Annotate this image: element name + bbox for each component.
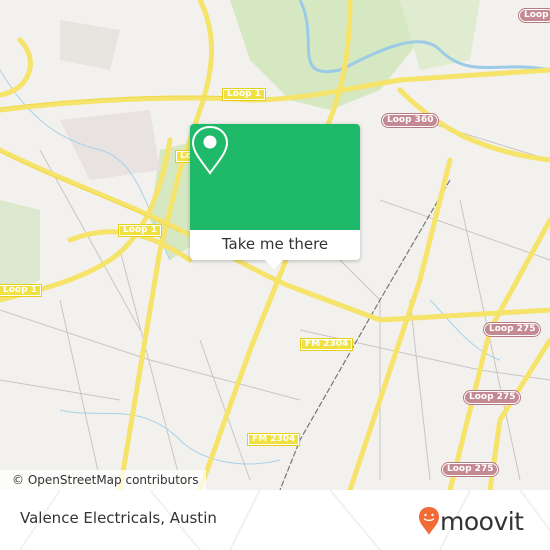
road-label-loop-275: Loop 275 <box>442 463 499 476</box>
popup-pointer <box>265 260 283 269</box>
map-pin-icon <box>191 125 229 175</box>
location-popup[interactable]: Take me there <box>190 124 360 269</box>
road-label-loop-1: Loop 1 <box>222 88 266 101</box>
take-me-there-button[interactable]: Take me there <box>190 230 360 260</box>
road-label-fm-2304: FM 2304 <box>300 338 354 351</box>
map[interactable]: Loop 1 Loop 1 Loop 1 Loop 1 Loop 360 Loo… <box>0 0 550 490</box>
moovit-pin-icon <box>419 507 439 535</box>
moovit-wordmark: moovit <box>440 506 524 536</box>
road-label-loop-1: Loop 1 <box>0 284 42 297</box>
road-label-fm-2304: FM 2304 <box>247 433 301 446</box>
road-label-loop-1: Loop 1 <box>118 224 162 237</box>
map-attribution[interactable]: © OpenStreetMap contributors <box>0 470 207 490</box>
moovit-logo[interactable]: moovit <box>418 506 524 536</box>
road-label-loop: Loop <box>519 9 550 22</box>
place-title: Valence Electricals, Austin <box>20 509 217 527</box>
road-label-loop-275: Loop 275 <box>464 391 521 404</box>
road-label-loop-275: Loop 275 <box>484 323 541 336</box>
popup-header <box>190 124 360 230</box>
road-label-loop-360: Loop 360 <box>382 114 439 127</box>
